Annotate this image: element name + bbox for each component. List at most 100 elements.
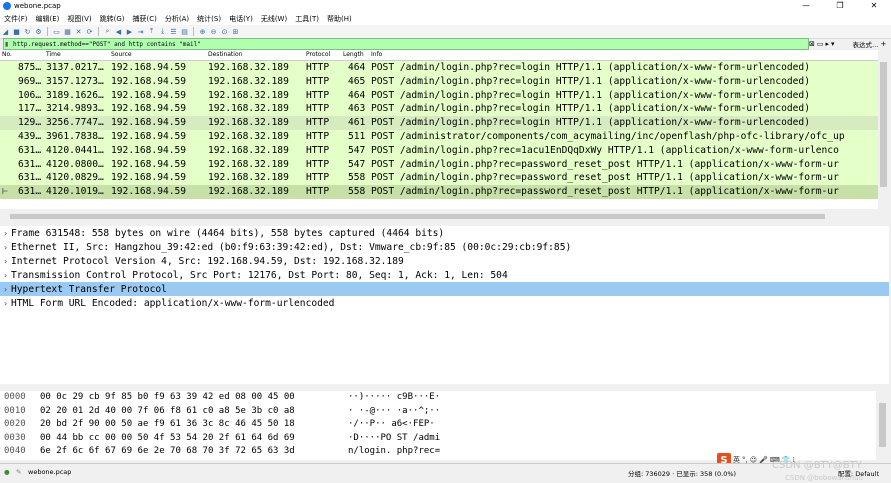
zoom-reset-icon[interactable]: ⊙ (220, 27, 229, 36)
bytes-hex: 6e 2f 6c 6f 67 69 6e 2e 70 68 70 3f 72 6… (40, 446, 295, 457)
expand-arrow-icon[interactable]: › (0, 285, 11, 294)
open-file-icon[interactable]: ▭ (52, 27, 61, 36)
expand-arrow-icon[interactable]: › (0, 299, 11, 308)
maximize-button[interactable]: ❐ (823, 0, 857, 12)
packet-row-current[interactable]: ⊢ 631… 4120.1019… 192.168.94.59 192.168.… (0, 185, 878, 199)
packet-row[interactable]: 875… 3137.0217… 192.168.94.59 192.168.32… (0, 61, 878, 75)
packet-time: 3157.1273… (46, 75, 104, 87)
scrollbar-thumb[interactable] (10, 214, 825, 219)
first-packet-icon[interactable]: ⤒ (147, 27, 156, 36)
column-time[interactable]: Time (46, 51, 61, 58)
menu-go[interactable]: 跳转(G) (96, 14, 129, 24)
packet-row[interactable]: 631… 4120.0800… 192.168.94.59 192.168.32… (0, 157, 878, 172)
menu-tools[interactable]: 工具(T) (291, 14, 323, 24)
go-to-packet-icon[interactable]: ⇥ (136, 27, 145, 36)
packet-list-vertical-scrollbar[interactable] (878, 50, 889, 213)
packet-length: 465 (348, 75, 366, 87)
apply-filter-icon[interactable]: ▸ (826, 40, 830, 48)
column-destination[interactable]: Destination (208, 51, 242, 58)
clear-filter-icon[interactable]: ⊠ (809, 40, 815, 48)
expression-button[interactable]: 表达式… (853, 39, 879, 49)
go-back-icon[interactable]: ◀ (114, 27, 123, 36)
menu-wireless[interactable]: 无线(W) (257, 14, 291, 24)
packet-row[interactable]: 631… 4120.0829… 192.168.94.59 192.168.32… (0, 171, 878, 186)
menu-telephony[interactable]: 电话(Y) (225, 14, 257, 24)
expand-arrow-icon[interactable]: › (0, 257, 11, 266)
status-file-name: webone.pcap (28, 468, 72, 476)
expand-arrow-icon[interactable]: › (0, 271, 11, 280)
last-packet-icon[interactable]: ⤓ (158, 27, 167, 36)
packet-row[interactable]: 117… 3214.9893… 192.168.94.59 192.168.32… (0, 102, 878, 117)
display-filter-input[interactable] (11, 39, 793, 49)
column-protocol[interactable]: Protocol (306, 51, 330, 58)
find-packet-icon[interactable]: ⌕ (103, 27, 112, 36)
packet-length: 461 (348, 117, 366, 129)
packet-no: 969… (18, 75, 42, 87)
close-file-icon[interactable]: ✕ (74, 27, 83, 36)
packet-time: 3189.1626… (46, 89, 104, 101)
restart-capture-icon[interactable]: ↻ (23, 27, 32, 36)
colorize-icon[interactable]: ▤ (180, 27, 189, 36)
bytes-row[interactable]: 0030 00 44 bb cc 00 00 50 4f 53 54 20 2f… (0, 432, 876, 446)
menu-statistics[interactable]: 统计(S) (193, 14, 225, 24)
packet-length: 464 (348, 89, 366, 101)
menu-help[interactable]: 帮助(H) (323, 14, 356, 24)
menu-capture[interactable]: 捕获(C) (129, 14, 161, 24)
column-source[interactable]: Source (111, 51, 132, 58)
menu-view[interactable]: 视图(V) (63, 14, 95, 24)
capture-comments-icon[interactable]: ✎ (16, 468, 21, 476)
bytes-vertical-scrollbar[interactable] (877, 391, 888, 460)
detail-text: Transmission Control Protocol, Src Port:… (11, 269, 508, 281)
stop-capture-icon[interactable]: ■ (12, 27, 21, 36)
packet-row[interactable]: 969… 3157.1273… 192.168.94.59 192.168.32… (0, 74, 878, 89)
detail-row-form[interactable]: › HTML Form URL Encoded: application/x-w… (0, 296, 889, 310)
title-bar: webone.pcap — ❐ ✕ (0, 0, 891, 12)
packet-row[interactable]: 106… 3189.1626… 192.168.94.59 192.168.32… (0, 88, 878, 103)
column-info[interactable]: Info (371, 51, 382, 58)
packet-destination: 192.168.32.189 (208, 62, 289, 73)
go-forward-icon[interactable]: ▶ (125, 27, 134, 36)
save-file-icon[interactable]: ▦ (63, 27, 72, 36)
close-button[interactable]: ✕ (857, 0, 891, 12)
bytes-ascii: · ·-@··· ·a··^;·· (348, 405, 441, 416)
detail-row-frame[interactable]: › Frame 631548: 558 bytes on wire (4464 … (0, 226, 889, 240)
column-length[interactable]: Length (343, 51, 364, 58)
shark-fin-start-icon[interactable]: ◢ (1, 27, 10, 36)
menu-file[interactable]: 文件(F) (0, 14, 32, 24)
zoom-out-icon[interactable]: ⊖ (209, 27, 218, 36)
expand-arrow-icon[interactable]: › (0, 243, 11, 252)
detail-row-ipv4[interactable]: › Internet Protocol Version 4, Src: 192.… (0, 254, 889, 268)
expand-arrow-icon[interactable]: › (0, 229, 11, 238)
packet-row[interactable]: 439… 3961.7838… 192.168.94.59 192.168.32… (0, 129, 878, 144)
packet-source: 192.168.94.59 (111, 172, 187, 184)
filter-dropdown-icon[interactable]: ▾ (831, 40, 835, 48)
expert-info-icon[interactable]: ● (4, 468, 10, 476)
detail-row-ethernet[interactable]: › Ethernet II, Src: Hangzhou_39:42:ed (b… (0, 240, 889, 254)
packet-protocol: HTTP (306, 62, 330, 73)
bytes-row[interactable]: 0010 02 20 01 2d 40 00 7f 06 f8 61 c0 a8… (0, 405, 876, 419)
detail-text: Hypertext Transfer Protocol (11, 283, 167, 295)
detail-row-tcp[interactable]: › Transmission Control Protocol, Src Por… (0, 268, 889, 282)
packet-details-pane: › Frame 631548: 558 bytes on wire (4464 … (0, 226, 889, 384)
resize-columns-icon[interactable]: ⊞ (231, 27, 240, 36)
reload-icon[interactable]: ⟳ (85, 27, 94, 36)
packet-source: 192.168.94.59 (111, 62, 187, 73)
scrollbar-thumb[interactable] (879, 403, 886, 447)
autoscroll-icon[interactable]: ☰ (169, 27, 178, 36)
add-filter-button[interactable]: + (881, 40, 887, 48)
zoom-in-icon[interactable]: ⊕ (198, 27, 207, 36)
scrollbar-thumb[interactable] (880, 62, 887, 187)
column-no[interactable]: No. (2, 51, 12, 58)
minimize-button[interactable]: — (789, 0, 823, 12)
packet-list-horizontal-scrollbar[interactable] (0, 212, 878, 221)
menu-analyze[interactable]: 分析(A) (161, 14, 193, 24)
bytes-row[interactable]: 0020 20 bd 2f 90 00 50 ae f9 61 36 3c 8c… (0, 418, 876, 432)
recent-filters-icon[interactable]: ▭ (817, 40, 824, 48)
packet-row[interactable]: 129… 3256.7747… 192.168.94.59 192.168.32… (0, 116, 878, 130)
bytes-row[interactable]: 0000 00 0c 29 cb 9f 85 b0 f9 63 39 42 ed… (0, 391, 876, 405)
detail-row-http[interactable]: › Hypertext Transfer Protocol (0, 282, 889, 296)
packet-row[interactable]: 631… 4120.0441… 192.168.94.59 192.168.32… (0, 143, 878, 158)
capture-options-icon[interactable]: ⚙ (34, 27, 43, 36)
packet-info: POST /admin/login.php?rec=login HTTP/1.1… (371, 89, 810, 101)
menu-edit[interactable]: 编辑(E) (32, 14, 64, 24)
